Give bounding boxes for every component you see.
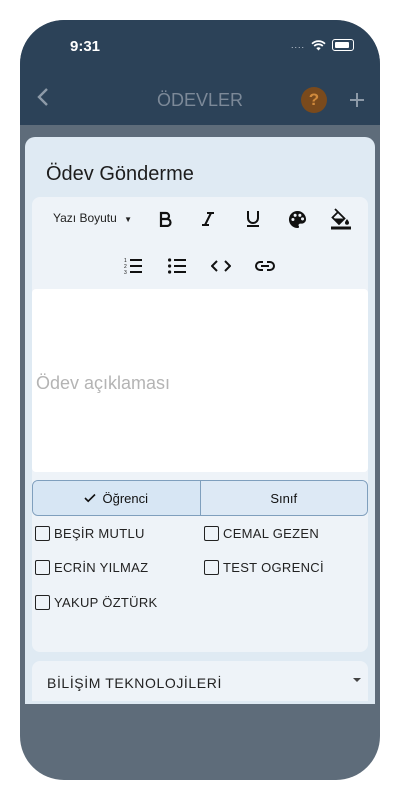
segment-class-label: Sınıf — [270, 490, 298, 506]
bold-icon[interactable] — [152, 207, 178, 231]
assignment-sheet: Ödev Gönderme Yazı Boyutu ▼ 1 2 3 Ödev a… — [25, 137, 375, 704]
format-toolbar: Yazı Boyutu ▼ — [32, 207, 368, 231]
recipient-segmented-control: Öğrenci Sınıf — [32, 480, 368, 516]
italic-icon[interactable] — [195, 207, 221, 231]
student-name: YAKUP ÖZTÜRK — [54, 595, 158, 610]
segment-student[interactable]: Öğrenci — [33, 481, 200, 515]
segment-class[interactable]: Sınıf — [200, 481, 367, 515]
underline-icon[interactable] — [240, 207, 266, 231]
top-bar: 9:31 .... ÖDEVLER ? — [20, 20, 380, 125]
signal-icon: .... — [290, 40, 305, 50]
fill-color-icon[interactable] — [328, 207, 354, 231]
caret-down-icon: ▼ — [124, 215, 133, 224]
font-size-label: Yazı Boyutu — [53, 211, 117, 225]
student-checkbox[interactable]: ECRİN YILMAZ — [35, 560, 148, 575]
phone-frame: 9:31 .... ÖDEVLER ? Ödev Gönderme Yazı B… — [20, 20, 380, 780]
checkbox-icon — [35, 560, 50, 575]
student-checkbox[interactable]: TEST OGRENCİ — [204, 560, 324, 575]
status-icons: .... — [291, 39, 354, 51]
wifi-icon — [311, 39, 326, 50]
segment-student-label: Öğrenci — [102, 490, 149, 506]
battery-icon — [332, 39, 354, 51]
checkbox-icon — [35, 595, 50, 610]
font-size-dropdown[interactable]: Yazı Boyutu ▼ — [53, 211, 132, 225]
navigation-bar: ÖDEVLER ? — [20, 80, 380, 120]
status-time: 9:31 — [70, 38, 101, 55]
bullet-list-icon[interactable] — [164, 254, 190, 278]
checkbox-icon — [204, 560, 219, 575]
checkbox-icon — [35, 526, 50, 541]
student-checkbox[interactable]: CEMAL GEZEN — [204, 526, 319, 541]
student-checkbox[interactable]: YAKUP ÖZTÜRK — [35, 595, 158, 610]
student-name: TEST OGRENCİ — [223, 560, 324, 575]
list-toolbar: 123 — [32, 254, 368, 278]
student-name: BEŞİR MUTLU — [54, 526, 145, 541]
description-input[interactable]: Ödev açıklaması — [32, 289, 368, 472]
check-icon — [84, 493, 97, 503]
student-name: CEMAL GEZEN — [223, 526, 320, 541]
ordered-list-icon[interactable]: 123 — [120, 254, 146, 278]
svg-text:3: 3 — [124, 270, 127, 274]
description-placeholder: Ödev açıklaması — [36, 373, 171, 393]
caret-down-icon — [353, 678, 361, 682]
student-checkbox[interactable]: BEŞİR MUTLU — [35, 526, 145, 541]
course-select[interactable]: BİLİŞİM TEKNOLOJİLERİ — [32, 661, 368, 701]
assignment-editor: Yazı Boyutu ▼ 1 2 3 Ödev açıklaması Öğre… — [32, 197, 368, 652]
checkbox-icon — [204, 526, 219, 541]
plus-icon[interactable] — [348, 91, 366, 109]
course-select-value: BİLİŞİM TEKNOLOJİLERİ — [47, 675, 222, 691]
sheet-title: Ödev Gönderme — [46, 163, 194, 185]
code-icon[interactable] — [208, 254, 234, 278]
help-button[interactable]: ? — [301, 87, 327, 113]
student-name: ECRİN YILMAZ — [54, 560, 149, 575]
link-icon[interactable] — [252, 254, 278, 278]
palette-icon[interactable] — [284, 207, 310, 231]
